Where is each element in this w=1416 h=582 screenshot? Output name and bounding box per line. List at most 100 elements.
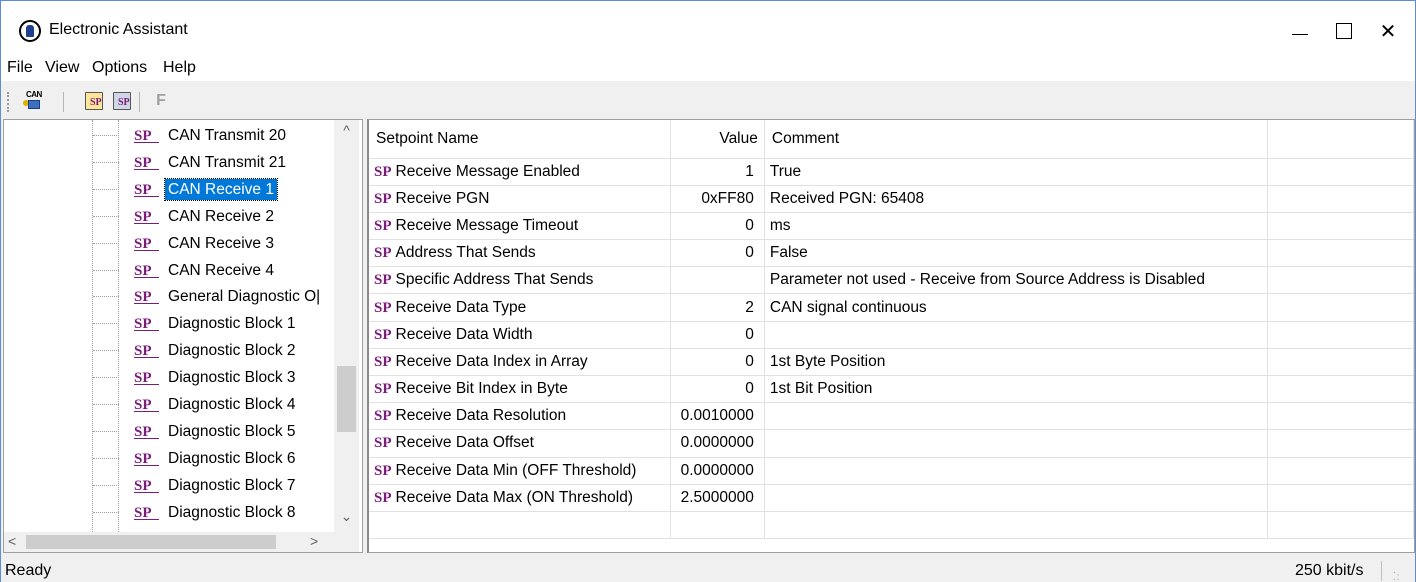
tree-item[interactable]: SP CAN Transmit 21: [92, 149, 332, 176]
table-row[interactable]: SP Receive Data Width 0: [369, 321, 1414, 349]
column-header-extra[interactable]: [1267, 120, 1414, 159]
tree-item[interactable]: SP Diagnostic Block 7: [92, 472, 332, 499]
tree-item[interactable]: SP General Diagnostic O|: [92, 283, 332, 310]
tree-horizontal-scrollbar[interactable]: < >: [4, 532, 359, 552]
tree-item[interactable]: SP CAN Receive 3: [92, 230, 332, 257]
scroll-up-icon[interactable]: ^: [334, 122, 359, 142]
setpoint-value[interactable]: 0: [670, 239, 765, 268]
close-button[interactable]: ✕: [1365, 15, 1411, 47]
scroll-right-icon[interactable]: >: [310, 533, 318, 549]
setpoint-value[interactable]: 0xFF80: [670, 185, 765, 213]
toolbar-grip[interactable]: [7, 92, 10, 112]
setpoint-value[interactable]: 0.0000000: [670, 457, 765, 485]
setpoint-comment: [764, 457, 1268, 485]
tree-vertical-scrollbar[interactable]: ^ ⌄: [334, 120, 359, 532]
setpoint-icon: SP: [134, 127, 160, 144]
scroll-left-icon[interactable]: <: [8, 533, 16, 549]
status-bitrate: 250 kbit/s: [1295, 562, 1364, 579]
tree-item[interactable]: SP CAN Transmit 20: [92, 122, 332, 149]
setpoint-icon: SP: [374, 408, 392, 425]
app-icon: [19, 20, 41, 42]
empty-cell: [1267, 511, 1414, 540]
setpoint-value[interactable]: 0.0010000: [670, 402, 765, 431]
setpoint-name-cell: SP Receive PGN: [369, 185, 672, 213]
table-row[interactable]: SP Receive Data Index in Array 0 1st Byte P…: [369, 348, 1414, 377]
setpoint-tree[interactable]: SP CAN Transmit 20 SP CAN Transmit 21 SP CAN …: [3, 119, 363, 553]
app-window: Electronic Assistant ✕ File View Options…: [0, 0, 1416, 582]
table-header: Setpoint Name Value Comment: [369, 120, 1414, 159]
table-row[interactable]: SP Receive Data Resolution 0.0010000: [369, 402, 1414, 431]
table-row[interactable]: SP Receive Data Max (ON Threshold) 2.50000…: [369, 484, 1414, 512]
table-row[interactable]: [369, 511, 1414, 540]
setpoint-value[interactable]: 0: [670, 348, 765, 377]
tree-item-label: Diagnostic Block 2: [168, 342, 296, 360]
setpoint-value[interactable]: [670, 266, 765, 295]
tree-connector: [93, 296, 119, 298]
empty-cell: [1267, 484, 1414, 512]
menu-view[interactable]: View: [45, 59, 79, 77]
setpoint-name-cell: SP Receive Data Type: [369, 293, 672, 322]
column-header-value[interactable]: Value: [670, 120, 765, 159]
minimize-button[interactable]: [1277, 15, 1323, 47]
setpoint-name-cell: SP Specific Address That Sends: [369, 266, 672, 295]
tree-item[interactable]: SP Diagnostic Block 5: [92, 418, 332, 445]
tree-item[interactable]: SP CAN Receive 4: [92, 257, 332, 284]
setpoint-value[interactable]: 0: [670, 212, 765, 241]
menu-file[interactable]: File: [7, 59, 33, 77]
tree-list: SP CAN Transmit 20 SP CAN Transmit 21 SP CAN …: [4, 120, 334, 532]
table-row[interactable]: SP Address That Sends 0 False: [369, 239, 1414, 268]
open-setpoint-file-button[interactable]: SP: [83, 90, 107, 112]
toolbar-separator: [139, 92, 140, 112]
title-bar[interactable]: Electronic Assistant ✕: [1, 1, 1415, 61]
table-row[interactable]: SP Receive Message Enabled 1 True: [369, 158, 1414, 186]
column-header-comment[interactable]: Comment: [764, 120, 1268, 159]
column-header-name[interactable]: Setpoint Name: [369, 120, 672, 159]
tree-item[interactable]: SP Diagnostic Block 1: [92, 310, 332, 337]
setpoint-name: Receive Data Width: [395, 325, 533, 343]
setpoint-name: Receive Data Resolution: [395, 407, 567, 425]
setpoint-icon: SP: [374, 489, 392, 506]
empty-cell: [1267, 293, 1414, 322]
setpoint-value[interactable]: 2: [670, 293, 765, 322]
setpoint-value[interactable]: 1: [670, 158, 765, 186]
table-row[interactable]: SP Receive Message Timeout 0 ms: [369, 212, 1414, 241]
table-row[interactable]: SP Receive Data Type 2 CAN signal continuou…: [369, 293, 1414, 322]
tree-item[interactable]: SP CAN Receive 2: [92, 203, 332, 230]
tree-item[interactable]: SP Diagnostic Block 6: [92, 445, 332, 472]
setpoint-value[interactable]: 0.0000000: [670, 429, 765, 458]
setpoint-name: Receive Data Max (ON Threshold): [395, 488, 633, 506]
tree-item[interactable]: SP Diagnostic Block 3: [92, 364, 332, 391]
setpoint-name: Specific Address That Sends: [395, 271, 594, 289]
setpoint-value[interactable]: [670, 511, 765, 540]
empty-cell: [1267, 185, 1414, 213]
resize-grip-icon[interactable]: ..:: [1393, 566, 1407, 582]
empty-cell: [1267, 212, 1414, 241]
menu-options[interactable]: Options: [92, 59, 147, 77]
tree-connector: [93, 215, 119, 217]
table-row[interactable]: SP Receive Data Min (OFF Threshold) 0.0000…: [369, 457, 1414, 485]
table-row[interactable]: SP Specific Address That Sends Parameter n…: [369, 266, 1414, 295]
tree-item[interactable]: SP CAN Receive 1: [92, 176, 332, 203]
scroll-down-icon[interactable]: ⌄: [334, 508, 359, 528]
menu-help[interactable]: Help: [163, 59, 196, 77]
scroll-thumb[interactable]: [337, 366, 356, 432]
flash-button[interactable]: F: [149, 90, 173, 112]
save-setpoint-file-button[interactable]: SP: [111, 90, 135, 112]
table-row[interactable]: SP Receive PGN 0xFF80 Received PGN: 65408: [369, 185, 1414, 213]
empty-cell: [1267, 402, 1414, 431]
table-row[interactable]: SP Receive Bit Index in Byte 0 1st Bit Posi…: [369, 375, 1414, 404]
setpoint-icon: SP: [134, 235, 160, 252]
setpoint-value[interactable]: 0: [670, 375, 765, 404]
table-row[interactable]: SP Receive Data Offset 0.0000000: [369, 429, 1414, 458]
setpoint-icon: SP: [374, 381, 392, 398]
setpoint-value[interactable]: 2.5000000: [670, 484, 765, 512]
empty-cell: [1267, 321, 1414, 349]
tree-item[interactable]: SP Diagnostic Block 2: [92, 337, 332, 364]
tree-item[interactable]: SP Diagnostic Block 4: [92, 391, 332, 418]
can-connect-button[interactable]: CAN: [23, 90, 47, 112]
scroll-thumb[interactable]: [26, 535, 276, 549]
setpoint-icon: SP: [374, 299, 392, 316]
maximize-button[interactable]: [1321, 15, 1367, 47]
tree-item[interactable]: SP Diagnostic Block 8: [92, 499, 332, 526]
setpoint-value[interactable]: 0: [670, 321, 765, 349]
